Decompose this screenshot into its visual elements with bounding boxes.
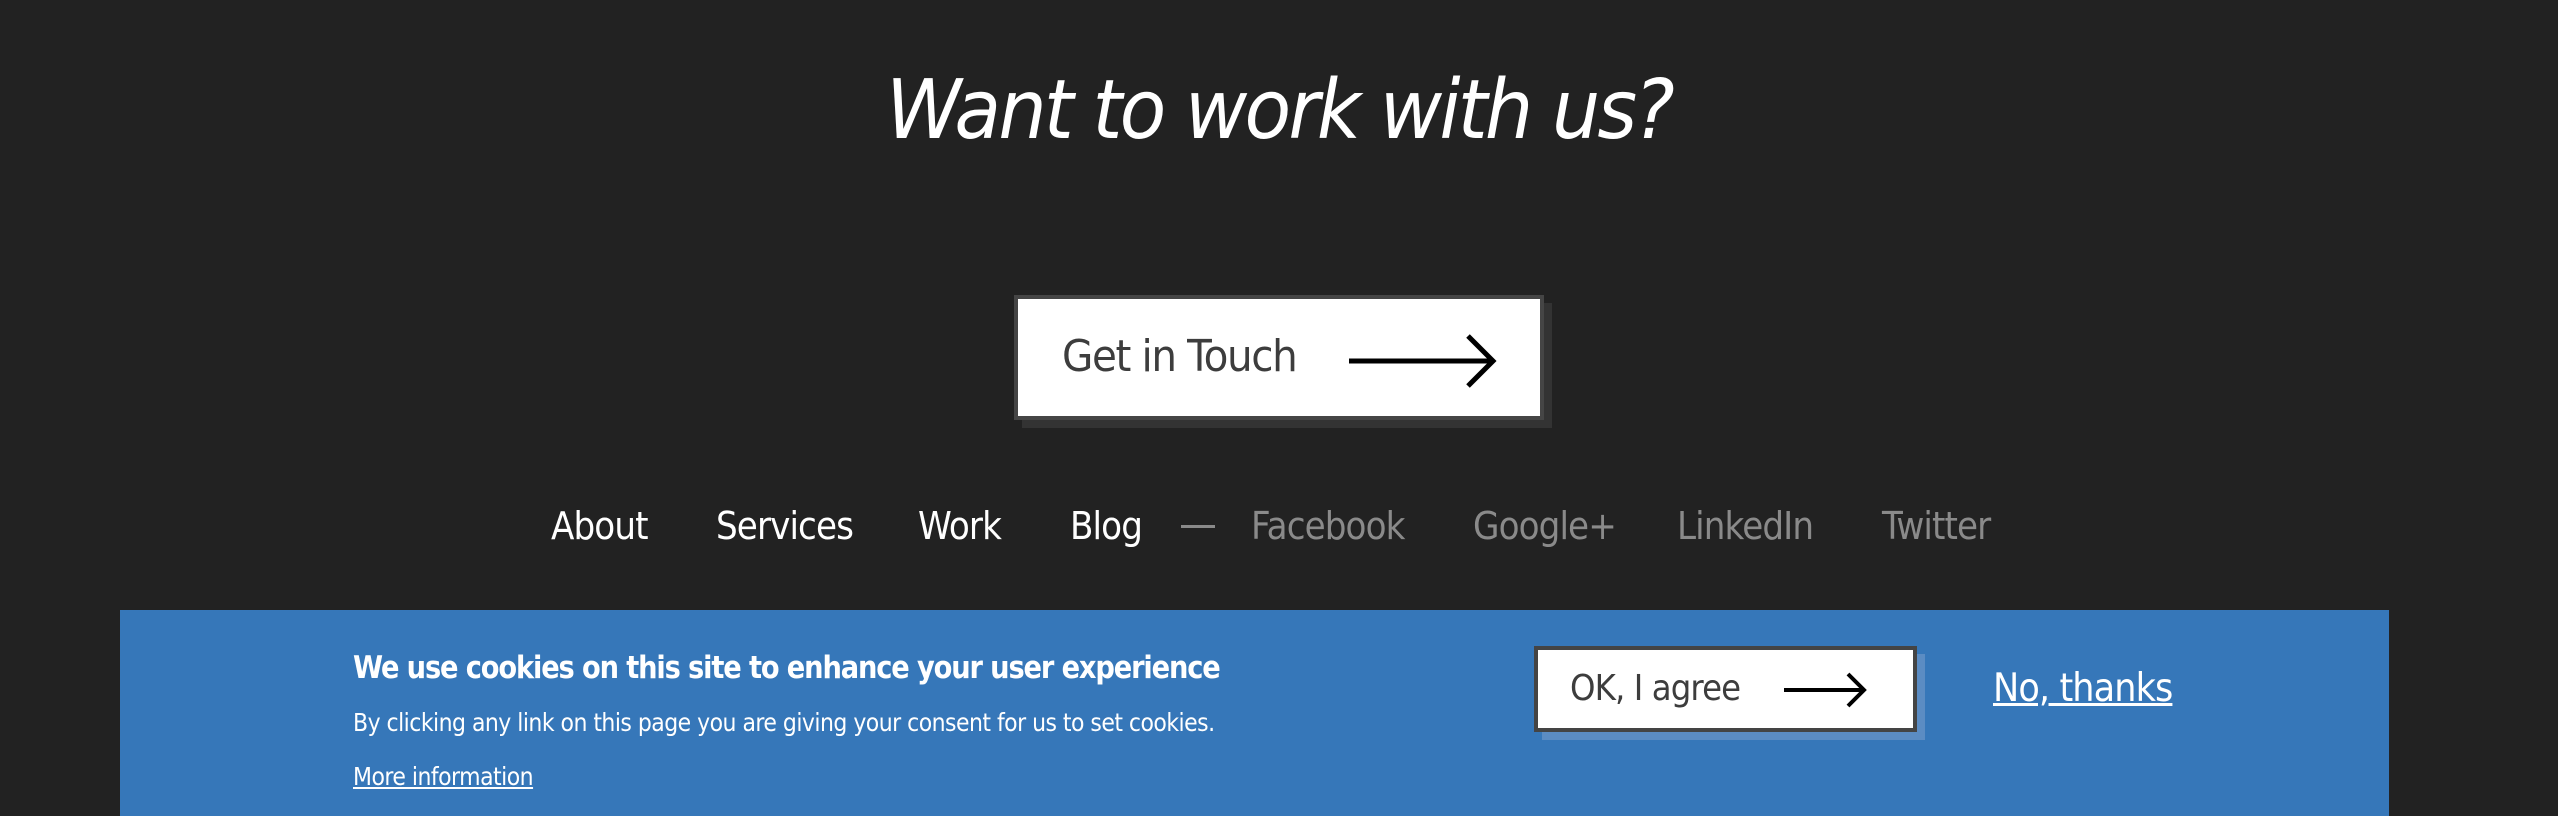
arrow-right-icon — [1784, 672, 1867, 708]
cta-heading: Want to work with us? — [885, 63, 1675, 158]
social-link-twitter[interactable]: Twitter — [1882, 498, 1991, 554]
agree-button[interactable]: OK, I agree — [1534, 646, 1917, 732]
nav-link-blog[interactable]: Blog — [1070, 498, 1143, 554]
cookie-banner: We use cookies on this site to enhance y… — [120, 610, 2389, 816]
nav-separator — [1181, 525, 1215, 528]
agree-button-label: OK, I agree — [1570, 668, 1741, 709]
get-in-touch-label: Get in Touch — [1062, 331, 1298, 382]
footer-nav: About Services Work Blog Facebook Google… — [0, 498, 2558, 554]
nav-link-about[interactable]: About — [551, 498, 649, 554]
decline-link[interactable]: No, thanks — [1993, 664, 2173, 714]
cookie-heading: We use cookies on this site to enhance y… — [353, 650, 1221, 686]
nav-link-services[interactable]: Services — [716, 498, 854, 554]
arrow-right-icon — [1349, 334, 1497, 388]
social-link-linkedin[interactable]: LinkedIn — [1677, 498, 1814, 554]
social-link-facebook[interactable]: Facebook — [1251, 498, 1405, 554]
cookie-consent-text: By clicking any link on this page you ar… — [353, 708, 1215, 737]
more-information-link[interactable]: More information — [353, 760, 534, 794]
get-in-touch-button[interactable]: Get in Touch — [1014, 295, 1544, 420]
social-link-google-plus[interactable]: Google+ — [1473, 498, 1617, 554]
nav-link-work[interactable]: Work — [918, 498, 1002, 554]
